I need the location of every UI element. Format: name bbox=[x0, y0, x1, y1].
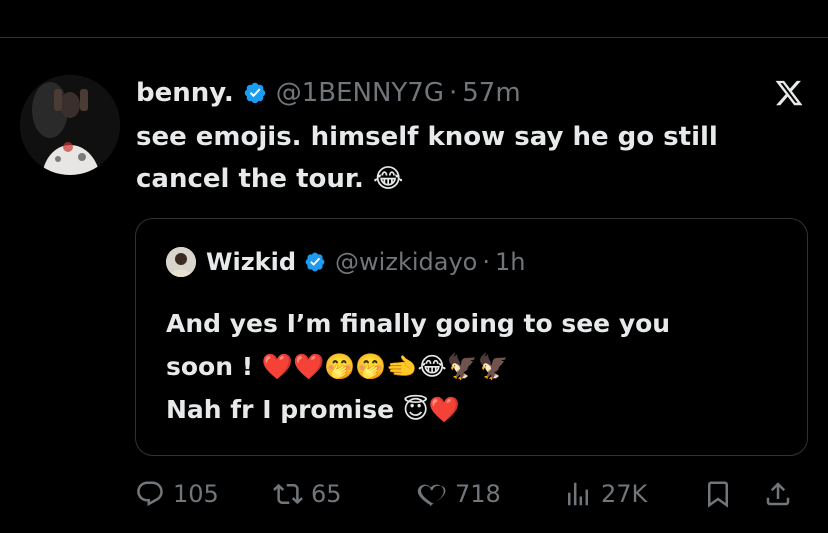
avatar-photo bbox=[20, 75, 120, 175]
quoted-text-line: soon ! ❤️❤️🤭🤭🫲😂🦅🦅 bbox=[166, 352, 509, 381]
quoted-text-line: And yes I’m finally going to see you bbox=[166, 309, 671, 338]
views-button[interactable]: 27K bbox=[563, 472, 647, 516]
x-logo-icon[interactable] bbox=[774, 78, 804, 108]
quoted-tweet-timestamp: 1h bbox=[494, 248, 526, 276]
tweet-text: see emojis. himself know say he go still… bbox=[136, 116, 796, 200]
share-button[interactable] bbox=[763, 472, 793, 516]
verified-badge-icon bbox=[243, 81, 267, 105]
tweet-text-line: cancel the tour. 😂 bbox=[136, 164, 404, 194]
quoted-tweet-text: And yes I’m finally going to see you soo… bbox=[166, 302, 786, 431]
repost-count: 65 bbox=[311, 480, 342, 508]
quoted-author-handle[interactable]: @wizkidayo bbox=[335, 248, 477, 276]
quoted-tweet-card[interactable]: Wizkid @wizkidayo · 1h And yes I’m final… bbox=[135, 218, 808, 456]
tweet-text-line: see emojis. himself know say he go still bbox=[136, 122, 718, 152]
views-count: 27K bbox=[601, 480, 648, 508]
verified-badge-icon bbox=[304, 251, 326, 273]
meta-separator: · bbox=[448, 78, 458, 108]
quoted-author-name[interactable]: Wizkid bbox=[206, 248, 296, 276]
tweet-action-bar: 105 65 718 27K bbox=[135, 472, 815, 516]
reply-icon bbox=[135, 479, 165, 509]
quoted-tweet-header: Wizkid @wizkidayo · 1h bbox=[166, 247, 525, 277]
tweet-header: benny. @1BENNY7G · 57m bbox=[136, 75, 521, 111]
share-icon bbox=[763, 479, 793, 509]
tweet-timestamp[interactable]: 57m bbox=[462, 78, 520, 108]
quoted-author-avatar[interactable] bbox=[166, 247, 196, 277]
like-count: 718 bbox=[455, 480, 501, 508]
bookmark-button[interactable] bbox=[703, 472, 733, 516]
top-divider bbox=[0, 37, 828, 38]
author-handle[interactable]: @1BENNY7G bbox=[276, 78, 444, 108]
reply-button[interactable]: 105 bbox=[135, 472, 219, 516]
repost-button[interactable]: 65 bbox=[273, 472, 342, 516]
meta-separator: · bbox=[482, 248, 490, 276]
reply-count: 105 bbox=[173, 480, 219, 508]
like-icon bbox=[417, 479, 447, 509]
repost-icon bbox=[273, 479, 303, 509]
bookmark-icon bbox=[703, 479, 733, 509]
quoted-text-line: Nah fr I promise 😇❤️ bbox=[166, 395, 460, 424]
views-icon bbox=[563, 479, 593, 509]
author-name[interactable]: benny. bbox=[136, 78, 234, 108]
like-button[interactable]: 718 bbox=[417, 472, 501, 516]
author-avatar[interactable] bbox=[20, 75, 120, 175]
